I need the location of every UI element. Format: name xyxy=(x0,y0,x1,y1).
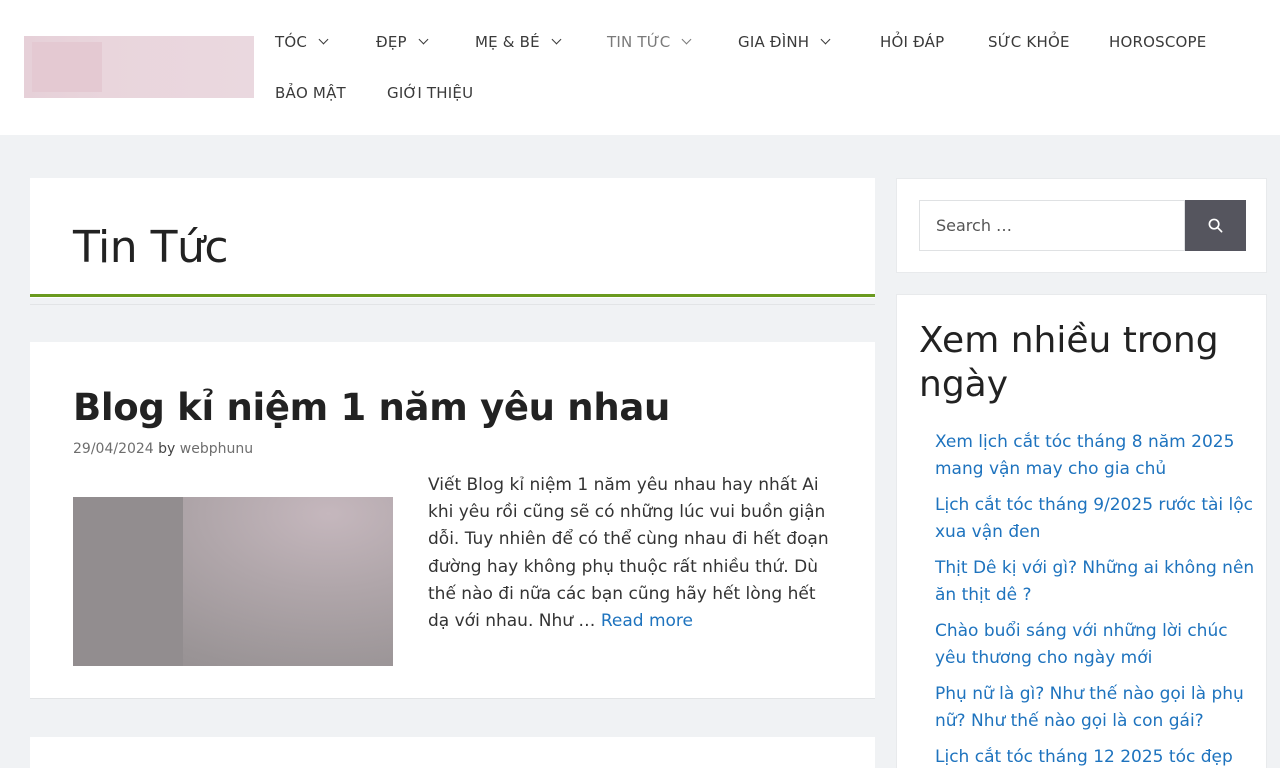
list-item: Lịch cắt tóc tháng 12 2025 tóc đẹp xyxy=(935,744,1255,768)
logo-mark xyxy=(32,42,102,92)
nav-item-label: GIA ĐÌNH xyxy=(738,33,810,51)
nav-item-label: GIỚI THIỆU xyxy=(387,84,474,102)
search-icon xyxy=(1208,218,1223,233)
list-item: Chào buổi sáng với những lời chúc yêu th… xyxy=(935,618,1255,672)
search-widget xyxy=(896,178,1267,273)
nav-item-label: HỎI ĐÁP xyxy=(880,33,945,51)
popular-posts-widget: Xem nhiều trong ngày Xem lịch cắt tóc th… xyxy=(896,294,1267,768)
nav-item-gioi-thieu[interactable]: GIỚI THIỆU xyxy=(387,78,473,108)
popular-post-link[interactable]: Lịch cắt tóc tháng 12 2025 tóc đẹp xyxy=(935,747,1233,767)
nav-item-label: HOROSCOPE xyxy=(1109,33,1207,51)
post-date[interactable]: 29/04/2024 xyxy=(73,441,154,457)
nav-item-label: BẢO MẬT xyxy=(275,84,346,102)
nav-item-suc-khoe[interactable]: SỨC KHỎE xyxy=(988,27,1070,57)
nav-item-label: TÓC xyxy=(275,33,308,51)
list-item: Xem lịch cắt tóc tháng 8 năm 2025 mang v… xyxy=(935,429,1255,483)
nav-item-label: TIN TỨC xyxy=(607,33,671,51)
nav-item-horoscope[interactable]: HOROSCOPE xyxy=(1109,27,1206,57)
nav-item-me-be[interactable]: MẸ & BÉ xyxy=(475,27,562,57)
post-by-label: by xyxy=(158,441,180,457)
popular-post-link[interactable]: Lịch cắt tóc tháng 9/2025 rước tài lộc x… xyxy=(935,495,1253,542)
chevron-down-icon xyxy=(318,34,329,45)
list-item: Lịch cắt tóc tháng 9/2025 rước tài lộc x… xyxy=(935,492,1255,546)
nav-item-label: MẸ & BÉ xyxy=(475,33,540,51)
nav-item-bao-mat[interactable]: BẢO MẬT xyxy=(275,78,346,108)
post-excerpt: Viết Blog kỉ niệm 1 năm yêu nhau hay nhấ… xyxy=(428,472,840,635)
popular-post-link[interactable]: Thịt Dê kị với gì? Những ai không nên ăn… xyxy=(935,558,1254,605)
nav-item-dep[interactable]: ĐẸP xyxy=(376,27,429,57)
site-header: TÓC ĐẸP MẸ & BÉ TIN TỨC GIA ĐÌNH HỎI ĐÁP… xyxy=(0,0,1280,135)
page-title: Tin Tức xyxy=(73,222,229,273)
nav-item-label: SỨC KHỎE xyxy=(988,33,1070,51)
post-meta: 29/04/2024 by webphunu xyxy=(73,441,253,457)
divider xyxy=(30,698,875,699)
thumbnail-shade xyxy=(73,497,183,666)
popular-post-link[interactable]: Xem lịch cắt tóc tháng 8 năm 2025 mang v… xyxy=(935,432,1234,479)
post-author[interactable]: webphunu xyxy=(180,441,253,457)
list-item: Thịt Dê kị với gì? Những ai không nên ăn… xyxy=(935,555,1255,609)
nav-item-hoi-dap[interactable]: HỎI ĐÁP xyxy=(880,27,944,57)
divider xyxy=(30,304,875,305)
popular-post-link[interactable]: Phụ nữ là gì? Như thế nào gọi là phụ nữ?… xyxy=(935,684,1244,731)
post-title[interactable]: Blog kỉ niệm 1 năm yêu nhau xyxy=(73,386,670,429)
next-post-card xyxy=(30,737,875,768)
chevron-down-icon xyxy=(682,34,692,45)
widget-title: Xem nhiều trong ngày xyxy=(919,320,1219,405)
chevron-down-icon xyxy=(418,34,429,45)
nav-item-label: ĐẸP xyxy=(376,33,407,51)
archive-header: Tin Tức xyxy=(30,178,875,298)
search-button[interactable] xyxy=(1185,200,1246,251)
nav-item-tin-tuc[interactable]: TIN TỨC xyxy=(607,27,692,57)
chevron-down-icon xyxy=(551,34,562,45)
site-logo[interactable] xyxy=(24,36,254,98)
post-thumbnail[interactable] xyxy=(73,497,393,666)
chevron-down-icon xyxy=(820,34,831,45)
list-item: Phụ nữ là gì? Như thế nào gọi là phụ nữ?… xyxy=(935,681,1255,735)
excerpt-text: Viết Blog kỉ niệm 1 năm yêu nhau hay nhấ… xyxy=(428,475,829,632)
nav-item-toc[interactable]: TÓC xyxy=(275,27,329,57)
popular-posts-list: Xem lịch cắt tóc tháng 8 năm 2025 mang v… xyxy=(935,429,1255,768)
search-input[interactable] xyxy=(919,200,1185,251)
title-accent-line xyxy=(30,294,875,297)
popular-post-link[interactable]: Chào buổi sáng với những lời chúc yêu th… xyxy=(935,621,1228,668)
read-more-link[interactable]: Read more xyxy=(601,611,693,631)
nav-item-gia-dinh[interactable]: GIA ĐÌNH xyxy=(738,27,831,57)
post-card: Blog kỉ niệm 1 năm yêu nhau 29/04/2024 b… xyxy=(30,342,875,698)
